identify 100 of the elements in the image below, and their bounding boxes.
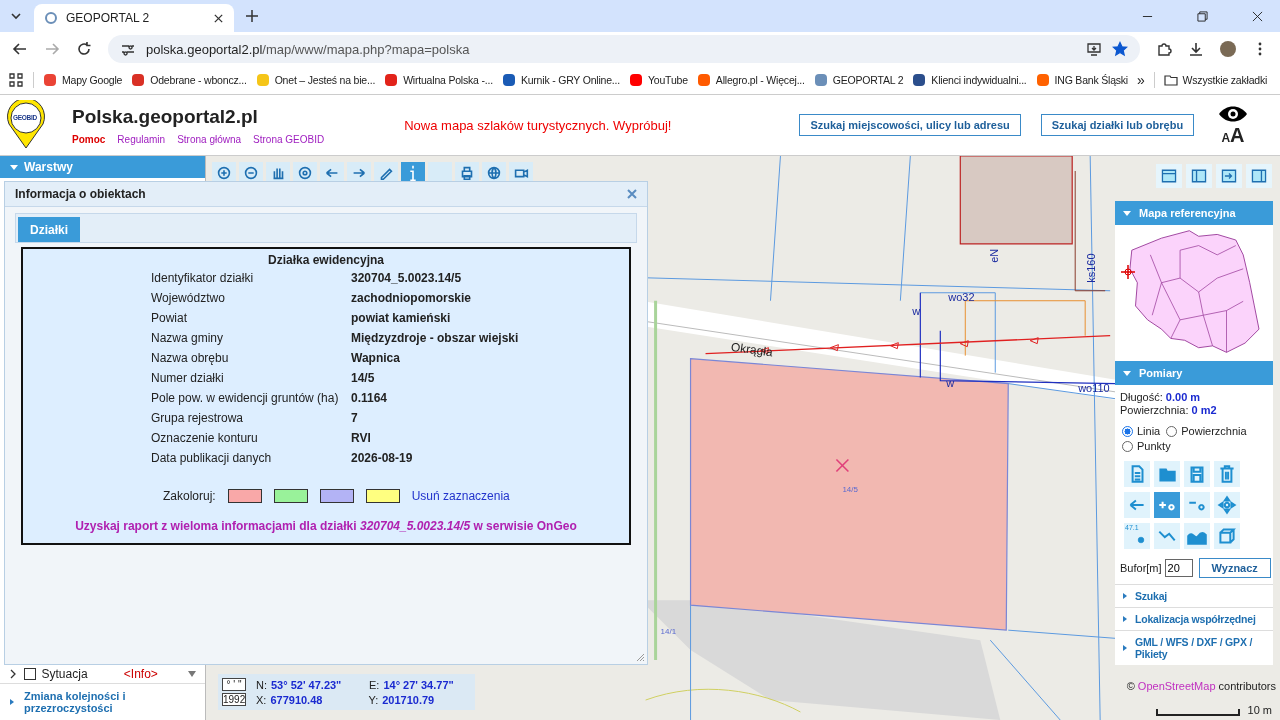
map-tool-button[interactable] xyxy=(320,162,344,184)
bookmark[interactable]: Kurnik - GRY Online... xyxy=(501,73,620,87)
caret-icon xyxy=(8,698,16,706)
coordinate-value: 201710.79 xyxy=(382,693,436,706)
bookmark[interactable]: Odebrane - wboncz... xyxy=(131,73,247,87)
favicon-icon xyxy=(44,11,58,25)
promo-text[interactable]: Nowa mapa szlaków turystycznych. Wypróbuj! xyxy=(404,117,672,133)
header-link[interactable]: Strona główna xyxy=(177,133,242,145)
layer-name: Sytuacja xyxy=(41,667,89,681)
avatar[interactable] xyxy=(1220,41,1236,57)
back-icon[interactable] xyxy=(12,41,28,57)
coordinate-label: E: xyxy=(369,678,380,691)
measure-tool-button[interactable] xyxy=(1184,492,1210,518)
install-icon[interactable] xyxy=(1086,41,1102,57)
radio-label: Powierzchnia xyxy=(1181,425,1247,437)
map-label: 14/5 xyxy=(842,485,858,495)
search-button[interactable]: Szukaj działki lub obrębu xyxy=(1040,114,1195,136)
map-tool-button[interactable] xyxy=(374,162,398,184)
measure-tool-button[interactable] xyxy=(1214,492,1240,518)
coordinate-format-button[interactable]: ° ' " xyxy=(222,678,246,691)
map-tool-button[interactable] xyxy=(293,162,317,184)
header-link[interactable]: Pomoc xyxy=(72,133,106,145)
color-swatch[interactable] xyxy=(227,489,262,503)
attribution-link[interactable]: OpenStreetMap xyxy=(1137,680,1216,692)
collapsed-section[interactable]: Szukaj xyxy=(1115,584,1273,607)
resize-handle-icon[interactable] xyxy=(635,652,645,662)
field-value: 14/5 xyxy=(351,371,376,385)
layer-order-link[interactable]: Zmiana kolejności i przezroczystości xyxy=(0,683,205,720)
download-icon[interactable] xyxy=(1188,41,1204,57)
header-link[interactable]: Strona GEOBID xyxy=(253,133,325,145)
close-icon[interactable] xyxy=(213,12,224,24)
layout-button[interactable] xyxy=(1216,164,1242,188)
layout-button[interactable] xyxy=(1186,164,1212,188)
close-icon[interactable] xyxy=(1252,10,1263,22)
expand-icon[interactable] xyxy=(8,669,18,679)
layout-button[interactable] xyxy=(1246,164,1272,188)
all-bookmarks-folder[interactable]: Wszystkie zakładki xyxy=(1163,73,1268,87)
bookmark[interactable]: Allegro.pl - Więcej... xyxy=(696,73,805,87)
collapsed-section[interactable]: GML / WFS / DXF / GPX / Pikiety xyxy=(1115,630,1273,665)
color-swatch[interactable] xyxy=(319,489,354,503)
map-tool-button[interactable] xyxy=(347,162,371,184)
field-label: Powiat xyxy=(151,311,189,325)
map-tool-button[interactable] xyxy=(239,162,263,184)
layer-checkbox[interactable] xyxy=(24,668,36,680)
map-tool-button[interactable] xyxy=(266,162,290,184)
measure-tool-button[interactable] xyxy=(1154,492,1180,518)
map-tool-button[interactable] xyxy=(509,162,533,184)
bookmark[interactable]: GEOPORTAL 2 xyxy=(813,73,904,87)
apps-icon[interactable] xyxy=(8,72,24,88)
bookmark[interactable]: Onet – Jesteś na bie... xyxy=(255,73,376,87)
caret-icon xyxy=(1123,209,1131,217)
extensions-icon[interactable] xyxy=(1156,41,1172,57)
measure-tool-button[interactable] xyxy=(1184,461,1210,487)
field-value: 0.1164 xyxy=(351,391,389,405)
map-tool-button[interactable] xyxy=(455,162,479,184)
browser-tab[interactable]: GEOPORTAL 2 xyxy=(34,4,234,32)
new-tab-icon[interactable] xyxy=(244,8,260,24)
measure-tool-button[interactable] xyxy=(1124,461,1150,487)
bookmark[interactable]: YouTube xyxy=(628,73,688,87)
bookmark-star-icon[interactable] xyxy=(1112,41,1128,57)
measure-tool-button[interactable] xyxy=(1214,523,1240,549)
area-value: 0 m2 xyxy=(1191,404,1217,416)
map-tool-button[interactable] xyxy=(482,162,506,184)
address-field[interactable]: polska.geoportal2.pl/map/www/mapa.php?mapa=polska xyxy=(108,35,1140,63)
measure-tool-button[interactable] xyxy=(1154,523,1180,549)
map-label: w xyxy=(912,304,921,317)
measure-tool-button[interactable] xyxy=(1124,492,1150,518)
coordinate-format-button[interactable]: 1992 xyxy=(222,693,246,706)
radio-label: Linia xyxy=(1137,425,1161,437)
layout-button[interactable] xyxy=(1156,164,1182,188)
header-link[interactable]: Regulamin xyxy=(117,133,166,145)
map-tool-button[interactable] xyxy=(401,162,425,184)
restore-icon[interactable] xyxy=(1197,10,1208,22)
radio-button[interactable] xyxy=(1166,425,1178,437)
bookmark[interactable]: Klienci indywidualni... xyxy=(912,73,1027,87)
compute-button[interactable]: Wyznacz xyxy=(1198,558,1271,578)
radio-button[interactable] xyxy=(1122,440,1133,452)
bookmark[interactable]: Wirtualna Polska -... xyxy=(384,73,493,87)
measure-tool-button[interactable] xyxy=(1154,461,1180,487)
map-tool-button[interactable] xyxy=(212,162,236,184)
reload-icon[interactable] xyxy=(76,41,92,57)
color-swatch[interactable] xyxy=(273,489,308,503)
length-label: Długość: xyxy=(1120,391,1163,403)
caret-icon xyxy=(1121,592,1129,600)
caret-icon[interactable] xyxy=(187,669,197,679)
color-swatch[interactable] xyxy=(365,489,400,503)
collapsed-section[interactable]: Lokalizacja współrzędnej xyxy=(1115,607,1273,630)
bookmark[interactable]: ING Bank Śląski xyxy=(1035,73,1128,87)
more-bookmarks-button[interactable]: » xyxy=(1137,72,1145,88)
buffer-field[interactable]: 20 xyxy=(1164,559,1193,577)
radio-button[interactable] xyxy=(1122,425,1133,437)
buffer-label: Bufor[m] xyxy=(1120,562,1162,574)
clear-selection-link[interactable]: Usuń zaznaczenia xyxy=(411,489,510,503)
layer-info-link[interactable]: <Info> xyxy=(123,667,181,681)
font-size-button[interactable]: AA xyxy=(1221,123,1245,147)
search-button[interactable]: Szukaj miejscowości, ulicy lub adresu xyxy=(799,114,1021,136)
bookmark[interactable]: Mapy Google xyxy=(43,73,123,87)
measure-tool-button[interactable] xyxy=(1214,461,1240,487)
scale-label: 10 m xyxy=(1247,704,1272,716)
measure-tool-button[interactable] xyxy=(1184,523,1210,549)
